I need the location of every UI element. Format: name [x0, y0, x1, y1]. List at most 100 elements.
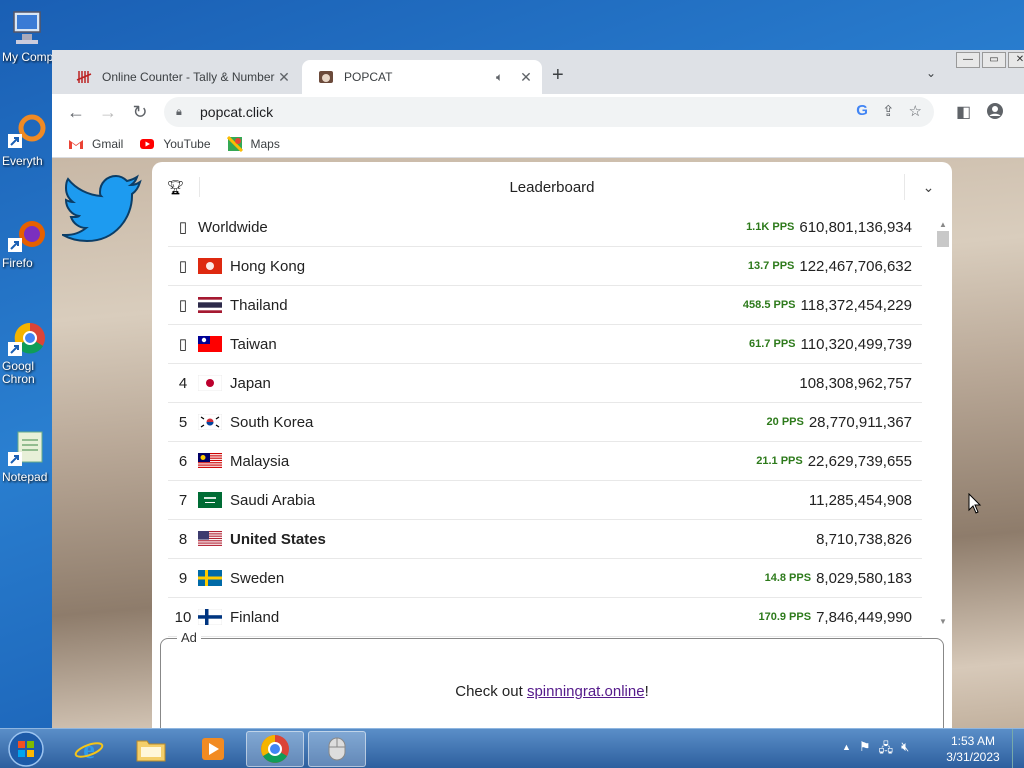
scroll-thumb[interactable] [937, 231, 949, 247]
new-tab-button[interactable]: + [552, 64, 564, 87]
taskbar-mouse-app[interactable] [308, 731, 366, 767]
start-button[interactable] [4, 730, 48, 768]
ad-box: Ad Check out spinningrat.online! [160, 630, 944, 728]
taskbar-media-player[interactable] [184, 731, 242, 767]
mouse-cursor-icon [968, 493, 982, 514]
ad-link[interactable]: spinningrat.online [527, 683, 645, 700]
share-icon[interactable]: ⇪ [882, 102, 895, 120]
row-country-name: Worldwide [198, 218, 268, 236]
blank-glyph-icon: ▯ [178, 336, 188, 353]
row-score: 11,285,454,908 [808, 491, 912, 509]
bookmark-youtube[interactable]: YouTube [139, 136, 211, 152]
lock-icon[interactable]: 🔒︎ [176, 106, 190, 119]
taskbar: e ▲ ⚑ 🖧︎ 🔇︎ 1:53 AM 3/31/2023 [0, 728, 1024, 768]
leaderboard-header[interactable]: 🏆︎ Leaderboard ⌄ [152, 162, 952, 212]
desktop-icon-my-computer[interactable]: My Comp [0, 8, 52, 64]
leaderboard-row: 5 South Korea 20 PPS 28,770,911,367 [168, 403, 922, 442]
profile-avatar-icon[interactable] [986, 102, 1004, 125]
chrome-icon [261, 735, 289, 763]
row-rank: 5 [178, 413, 188, 431]
leaderboard-row: ▯ Hong Kong 13.7 PPS 122,467,706,632 [168, 247, 922, 286]
blank-glyph-icon: ▯ [178, 219, 188, 236]
taskbar-chrome[interactable] [246, 731, 304, 767]
desktop-icon-everything[interactable]: Everyth [0, 112, 52, 168]
blank-glyph-icon: ▯ [178, 297, 188, 314]
minimize-button[interactable]: — [956, 52, 980, 68]
close-tab-icon[interactable]: ✕ [276, 69, 292, 86]
bookmarks-bar: Gmail YouTube Maps [52, 130, 1024, 158]
row-country-name: Taiwan [230, 335, 277, 353]
close-window-button[interactable]: ✕ [1008, 52, 1024, 68]
row-score: 22,629,739,655 [807, 452, 912, 470]
row-pps: 13.7 PPS [747, 260, 795, 272]
desktop-icon-google-chrome[interactable]: Googl Chron [0, 318, 52, 386]
row-rank: 10 [174, 608, 192, 626]
row-country-name: Malaysia [230, 452, 290, 470]
leaderboard-scrollbar[interactable]: ▲ ▼ [936, 220, 950, 632]
row-pps: 14.8 PPS [764, 572, 812, 584]
row-score: 7,846,449,990 [816, 608, 912, 626]
forward-arrow-icon[interactable]: → [96, 100, 120, 124]
volume-muted-icon[interactable]: 🔇︎ [901, 739, 909, 761]
row-score: 8,710,738,826 [816, 530, 912, 548]
close-tab-icon[interactable]: ✕ [518, 69, 534, 86]
leaderboard-row: 9 Sweden 14.8 PPS 8,029,580,183 [168, 559, 922, 598]
tab-search-chevron-icon[interactable]: ⌄ [926, 66, 936, 80]
bookmark-star-icon[interactable]: ☆ [909, 102, 922, 120]
bookmark-gmail[interactable]: Gmail [68, 136, 123, 152]
everything-search-icon [8, 114, 46, 148]
row-pps: 21.1 PPS [756, 455, 803, 467]
show-hidden-icons-icon[interactable]: ▲ [842, 739, 851, 761]
desktop-icon-notepad[interactable]: Notepad [0, 428, 52, 484]
taskbar-internet-explorer[interactable]: e [60, 731, 118, 767]
taskbar-file-explorer[interactable] [122, 731, 180, 767]
chevron-down-icon[interactable]: ⌄ [904, 174, 952, 200]
tab-popcat[interactable]: POPCAT 🔈︎ ✕ [302, 60, 542, 94]
url-text[interactable]: popcat.click [200, 104, 273, 120]
tw-flag-icon [198, 336, 222, 352]
fi-flag-icon [198, 609, 222, 625]
browser-toolbar: ← → ↻ 🔒︎ popcat.click G ⇪ ☆ ◧ [52, 94, 1024, 130]
back-arrow-icon[interactable]: ← [64, 100, 88, 124]
bookmark-maps[interactable]: Maps [226, 135, 280, 152]
network-icon[interactable]: 🖧︎ [879, 739, 894, 761]
scroll-down-icon[interactable]: ▼ [936, 617, 950, 626]
leaderboard-list: ▯ Worldwide 1.1K PPS 610,801,136,934 ▯ Hong K… [168, 208, 922, 637]
row-score: 110,320,499,739 [800, 335, 913, 353]
row-rank: 6 [178, 452, 188, 470]
address-bar[interactable]: 🔒︎ popcat.click G ⇪ ☆ [164, 97, 934, 127]
kr-flag-icon [198, 414, 222, 430]
leaderboard-row: ▯ Taiwan 61.7 PPS 110,320,499,739 [168, 325, 922, 364]
google-lens-icon[interactable]: G [856, 102, 868, 120]
clock-date: 3/31/2023 [946, 750, 1000, 764]
row-country-name: Sweden [230, 569, 285, 587]
twitter-bird-icon[interactable] [62, 174, 142, 242]
notepad-icon [8, 431, 43, 466]
action-center-flag-icon[interactable]: ⚑ [859, 739, 871, 761]
desktop-icon-firefox[interactable]: Firefo [0, 214, 52, 270]
row-pps: 61.7 PPS [749, 338, 796, 350]
leaderboard-title: Leaderboard [509, 178, 595, 196]
hk-flag-icon [198, 258, 222, 274]
leaderboard-row: 8 United States 8,710,738,826 [168, 520, 922, 559]
audio-playing-icon[interactable]: 🔈︎ [496, 70, 512, 85]
popcat-favicon-icon [319, 71, 333, 83]
row-country-name: United States [230, 530, 326, 548]
maximize-button[interactable]: ▭ [982, 52, 1006, 68]
scroll-up-icon[interactable]: ▲ [936, 220, 950, 229]
chrome-icon [8, 322, 45, 356]
maps-icon [226, 135, 243, 152]
clock-time: 1:53 AM [950, 734, 996, 748]
folder-icon [136, 740, 166, 762]
reload-icon[interactable]: ↻ [128, 100, 152, 124]
row-score: 118,372,454,229 [800, 296, 913, 314]
taskbar-clock[interactable]: 1:53 AM 3/31/2023 [944, 733, 1002, 765]
leaderboard-row: 10 Finland 170.9 PPS 7,846,449,990 [168, 598, 922, 637]
side-panel-icon[interactable]: ◧ [956, 102, 971, 122]
tab-online-counter[interactable]: Online Counter - Tally & Number ✕ [60, 60, 300, 94]
youtube-icon [140, 138, 155, 149]
jp-flag-icon [198, 375, 222, 391]
row-score: 108,308,962,757 [799, 374, 912, 392]
show-desktop-button[interactable] [1012, 729, 1024, 768]
leaderboard-row: 7 Saudi Arabia 11,285,454,908 [168, 481, 922, 520]
